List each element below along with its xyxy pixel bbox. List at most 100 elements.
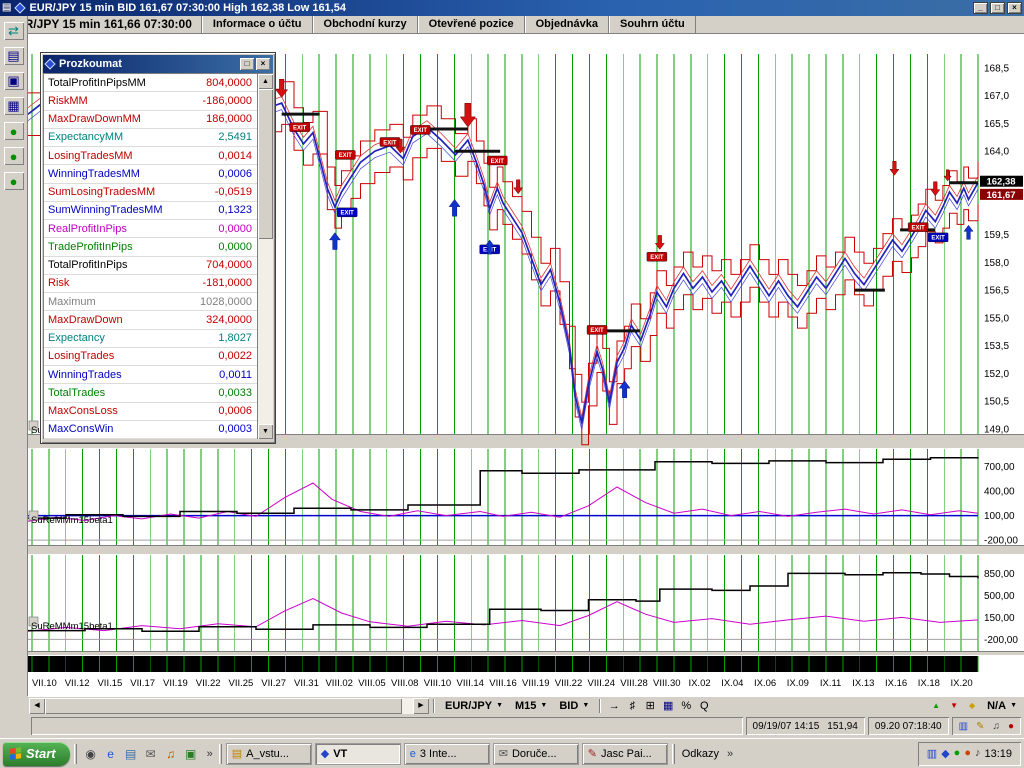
quick-launch-doc-icon[interactable]: ▣ [181,744,201,764]
inspector-row-label: RiskMM [48,95,88,107]
svg-text:VII.15: VII.15 [97,678,122,689]
price-type-dropdown[interactable]: BID▼ [553,700,595,712]
inspector-row[interactable]: LosingTradesMM0,0014 [44,147,273,165]
restore-button[interactable]: □ [990,2,1005,14]
task-inbox[interactable]: ✉Doruče... [493,743,579,765]
links-chevron[interactable]: » [725,748,735,760]
tab-1[interactable]: Informace o účtu [202,16,313,33]
inspector-row[interactable]: TradeProfitInPips0,0000 [44,238,273,256]
quick-launch-ie-icon[interactable]: e [101,744,121,764]
tray-volume-icon[interactable]: ♪ [975,747,981,760]
timeframe-dropdown[interactable]: M15▼ [509,700,553,712]
svg-text:VII.31: VII.31 [294,678,319,689]
inspector-row[interactable]: RealProfitInPips0,0000 [44,220,273,238]
quick-launch-chevron[interactable]: » [205,748,215,760]
svg-text:VIII.22: VIII.22 [555,678,582,689]
new-window-icon[interactable]: ⊞ [641,698,659,714]
chart-list-icon[interactable]: ▤ [4,47,24,65]
tab-3[interactable]: Otevřené pozice [418,16,525,33]
inspector-row[interactable]: WinningTrades0,0011 [44,366,273,384]
inspector-row[interactable]: Risk-181,0000 [44,275,273,293]
toolbar-grip[interactable] [219,744,222,764]
quick-launch-mail-icon[interactable]: ✉ [141,744,161,764]
dialog-dock-button[interactable]: □ [240,58,254,70]
window-title-bar[interactable]: ▤ EUR/JPY 15 min BID 161,67 07:30:00 Hig… [0,0,1024,16]
symbol-dropdown[interactable]: EUR/JPY▼ [439,700,509,712]
taskbar-clock: 13:19 [984,748,1012,760]
pan-arrows-icon[interactable]: ⇄ [4,22,24,40]
tray-alert-icon[interactable]: ● [964,747,971,760]
na-dropdown[interactable]: N/A▼ [981,700,1023,712]
grid-icon[interactable]: ♯ [623,698,641,714]
chart-scroll-right-button[interactable]: ▶ [413,698,429,714]
inspector-row[interactable]: MaxConsWin0,0003 [44,421,273,439]
tile-windows-icon[interactable]: ▦ [4,97,24,115]
table-icon[interactable]: ▦ [659,698,677,714]
tab-5[interactable]: Souhrn účtu [609,16,696,33]
inspector-row[interactable]: TotalTrades0,0033 [44,384,273,402]
tray-chart-icon[interactable]: ▥ [927,747,937,760]
goto-end-icon[interactable]: → [605,698,623,714]
inspector-row[interactable]: RiskMM-186,0000 [44,92,273,110]
tab-4[interactable]: Objednávka [525,16,609,33]
task-vt[interactable]: ◆VT [315,743,401,765]
tray-green-icon[interactable]: ● [954,747,961,760]
connect-status-icon[interactable]: ● [4,122,24,140]
sell-arrow-icon[interactable]: ▼ [945,698,963,714]
scroll-up-icon[interactable]: ▲ [258,74,273,89]
inspector-row[interactable]: TotalProfitInPipsMM804,0000 [44,74,273,92]
inspector-row[interactable]: WinningTradesMM0,0006 [44,165,273,183]
inspector-row[interactable]: SumLosingTradesMM-0,0519 [44,184,273,202]
dialog-close-button[interactable]: × [256,58,270,70]
task-internet-group[interactable]: e3 Inte... [404,743,490,765]
scrollbar-track[interactable] [258,239,273,424]
account-status-icon[interactable]: ● [4,147,24,165]
tray-shield-icon[interactable]: ◆ [941,747,949,760]
inspector-row[interactable]: SumWinningTradesMM0,1323 [44,202,273,220]
svg-text:EXIT: EXIT [414,128,428,134]
quick-launch-desktop-icon[interactable]: ▤ [121,744,141,764]
feed-status-icon[interactable]: ● [4,172,24,190]
inspector-dialog[interactable]: Prozkoumat □ × TotalProfitInPipsMM804,00… [40,52,276,444]
chart-scroll-left-button[interactable]: ◀ [29,698,45,714]
tab-2[interactable]: Obchodní kurzy [313,16,418,33]
task-label: 3 Inte... [420,748,457,760]
status-time-price-panel: 09/19/07 14:15 151,94 [746,717,865,735]
chart-scrollbar[interactable] [45,698,413,714]
scrollbar-thumb[interactable] [258,89,273,239]
toolbar-grip[interactable] [672,744,675,764]
new-chart-icon[interactable]: ▣ [4,72,24,90]
chart-tab[interactable]: EUR/JPY 15 min 161,66 07:30:00 [0,16,202,33]
status-chart-icon[interactable]: ▥ [959,721,968,732]
scroll-down-icon[interactable]: ▼ [258,424,273,439]
start-button[interactable]: Start [3,742,70,766]
status-pencil-icon[interactable]: ✎ [976,721,984,732]
toolbar-grip[interactable] [74,744,77,764]
dialog-title-bar[interactable]: Prozkoumat □ × [43,55,273,73]
inspector-row[interactable]: MaxConsLoss0,0006 [44,403,273,421]
dialog-scrollbar[interactable]: ▲ ▼ [257,74,273,439]
inspector-row[interactable]: Maximum1028,0000 [44,293,273,311]
close-button[interactable]: × [1007,2,1022,14]
task-paint-shop[interactable]: ✎Jasc Pai... [582,743,668,765]
inspector-row[interactable]: Expectancy1,8027 [44,330,273,348]
task-a-vstup[interactable]: ▤A_vstu... [226,743,312,765]
quick-launch-media-icon[interactable]: ♫ [161,744,181,764]
quick-launch-browser-icon[interactable]: ◉ [81,744,101,764]
quote-icon[interactable]: Q [695,698,713,714]
minimize-button[interactable]: _ [973,2,988,14]
inspector-row[interactable]: TotalProfitInPips704,0000 [44,257,273,275]
percent-icon[interactable]: % [677,698,695,714]
inspector-row-label: LosingTradesMM [48,150,133,162]
status-record-icon[interactable]: ● [1008,721,1014,732]
inspector-row[interactable]: MaxDrawDownMM186,0000 [44,111,273,129]
inspector-row[interactable]: ExpectancyMM2,5491 [44,129,273,147]
inspector-row[interactable]: MaxDrawDown324,0000 [44,311,273,329]
inspector-row-label: SumWinningTradesMM [48,204,163,216]
buy-arrow-icon[interactable]: ▲ [927,698,945,714]
links-toolbar[interactable]: Odkazy » [679,748,738,760]
inspector-row[interactable]: LosingTrades0,0022 [44,348,273,366]
alert-diamond-icon[interactable]: ◆ [963,698,981,714]
chart-scrollbar-thumb[interactable] [45,698,402,714]
status-sound-icon[interactable]: ♫ [992,721,1000,732]
